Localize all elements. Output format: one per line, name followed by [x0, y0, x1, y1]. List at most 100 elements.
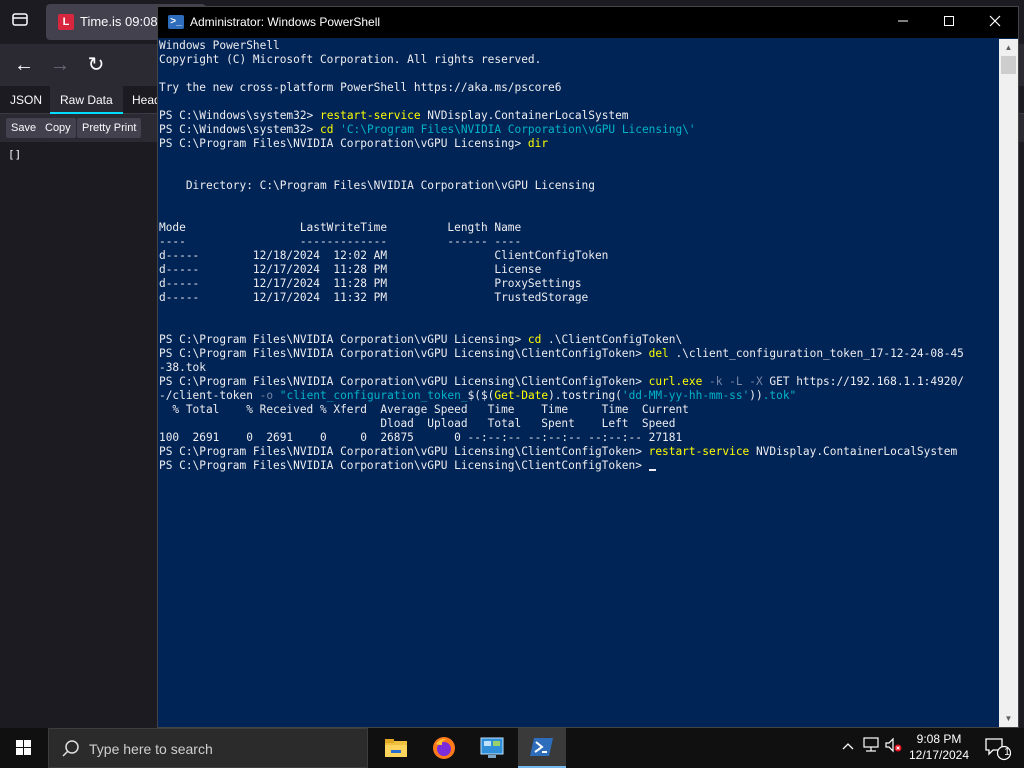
console-cmd-token: Get-Date: [494, 389, 549, 402]
console-text: $($(: [467, 389, 495, 402]
taskbar-search-box[interactable]: Type here to search: [48, 728, 368, 768]
console-text: PS C:\Program Files\NVIDIA Corporation\v…: [159, 459, 649, 472]
console-output[interactable]: Windows PowerShell Copyright (C) Microsof…: [159, 39, 999, 727]
console-scrollbar[interactable]: ▲ ▼: [999, 39, 1018, 727]
console-text: Mode LastWriteTime Length Name: [159, 221, 522, 234]
console-text: d----- 12/17/2024 11:32 PM TrustedStorag…: [159, 291, 589, 304]
console-text: d----- 12/17/2024 11:28 PM License: [159, 263, 542, 276]
console-text: PS C:\Program Files\NVIDIA Corporation\v…: [159, 137, 528, 150]
console-line: PS C:\Program Files\NVIDIA Corporation\v…: [159, 137, 999, 151]
tab-raw-data[interactable]: Raw Data: [50, 86, 123, 114]
console-line: Dload Upload Total Spent Left Speed: [159, 417, 999, 431]
taskbar-powershell[interactable]: [518, 728, 566, 768]
console-text: PS C:\Program Files\NVIDIA Corporation\v…: [159, 333, 528, 346]
console-line: PS C:\Program Files\NVIDIA Corporation\v…: [159, 347, 999, 361]
scroll-down-icon[interactable]: ▼: [999, 710, 1018, 727]
console-cmd-token: restart-service: [648, 445, 750, 458]
console-line: d----- 12/18/2024 12:02 AM ClientConfigT…: [159, 249, 999, 263]
console-line: PS C:\Program Files\NVIDIA Corporation\v…: [159, 459, 999, 473]
powershell-icon: >_: [168, 15, 184, 29]
console-line: PS C:\Windows\system32> cd 'C:\Program F…: [159, 123, 999, 137]
console-line: -/client-token -o "client_configuration_…: [159, 389, 999, 403]
taskbar-clock[interactable]: 9:08 PM 12/17/2024: [898, 731, 980, 763]
copy-button[interactable]: Copy: [40, 118, 76, 138]
console-cmd-token: cd: [319, 123, 334, 136]
console-cmd-token: del: [648, 347, 669, 360]
console-text: Directory: C:\Program Files\NVIDIA Corpo…: [159, 179, 595, 192]
powershell-title-bar[interactable]: >_ Administrator: Windows PowerShell: [158, 7, 1018, 38]
console-text: -38.tok: [159, 361, 206, 374]
back-button[interactable]: ←: [10, 52, 38, 80]
console-cmd-token: cd: [527, 333, 542, 346]
console-line: Try the new cross-platform PowerShell ht…: [159, 81, 999, 95]
minimize-button[interactable]: [880, 7, 926, 38]
windows-logo-icon: [16, 740, 32, 756]
action-center-button[interactable]: 1: [980, 728, 1018, 768]
console-text: Dload Upload Total Spent Left Speed: [159, 417, 676, 430]
firefox-icon: [433, 737, 455, 759]
close-button[interactable]: [972, 7, 1018, 38]
console-text: PS C:\Windows\system32>: [159, 109, 320, 122]
console-text: Windows PowerShell: [159, 39, 280, 52]
console-text: PS C:\Program Files\NVIDIA Corporation\v…: [159, 375, 649, 388]
tray-chevron-up-icon[interactable]: [838, 728, 858, 768]
console-line: PS C:\Program Files\NVIDIA Corporation\v…: [159, 445, 999, 459]
search-icon: [61, 739, 81, 759]
console-line: PS C:\Windows\system32> restart-service …: [159, 109, 999, 123]
file-explorer-icon: [385, 739, 407, 757]
console-text: Try the new cross-platform PowerShell ht…: [159, 81, 562, 94]
console-text: 100 2691 0 2691 0 0 26875 0 --:--:-- --:…: [159, 431, 683, 444]
console-text: .\ClientConfigToken\: [541, 333, 683, 346]
console-str-token: 'dd-MM-yy-hh-mm-ss': [621, 389, 750, 402]
console-str-token: "client_configuration_token_: [279, 389, 468, 402]
console-text: NVDisplay.ContainerLocalSystem: [420, 109, 629, 122]
powershell-taskbar-icon: [530, 738, 553, 756]
save-button[interactable]: Save: [6, 118, 42, 138]
console-text: .\client_configuration_token_17-12-24-08…: [668, 347, 964, 360]
console-text: ---- ------------- ------ ----: [159, 235, 522, 248]
taskbar: Type here to search 9:08 PM 12/17/2024 1: [0, 728, 1024, 768]
console-cmd-token: restart-service: [319, 109, 421, 122]
search-placeholder: Type here to search: [89, 741, 213, 757]
reload-button[interactable]: ↻: [82, 52, 110, 80]
console-text: PS C:\Program Files\NVIDIA Corporation\v…: [159, 445, 649, 458]
console-line: PS C:\Program Files\NVIDIA Corporation\v…: [159, 333, 999, 347]
console-str-token: .tok": [762, 389, 797, 402]
console-cmd-token: dir: [527, 137, 549, 150]
scroll-up-icon[interactable]: ▲: [999, 39, 1018, 56]
network-icon[interactable]: [860, 728, 882, 768]
console-text: d----- 12/17/2024 11:28 PM ProxySettings: [159, 277, 582, 290]
console-text: Copyright (C) Microsoft Corporation. All…: [159, 53, 542, 66]
console-text: PS C:\Program Files\NVIDIA Corporation\v…: [159, 347, 649, 360]
console-text: ).tostring(: [548, 389, 622, 402]
console-line: Windows PowerShell: [159, 39, 999, 53]
pretty-print-button[interactable]: Pretty Print: [77, 118, 142, 138]
raw-data-content: []: [8, 148, 22, 161]
console-line: Mode LastWriteTime Length Name: [159, 221, 999, 235]
clock-date: 12/17/2024: [908, 748, 970, 762]
taskbar-control-panel[interactable]: [468, 728, 516, 768]
tab-json[interactable]: JSON: [0, 86, 52, 114]
console-line: PS C:\Program Files\NVIDIA Corporation\v…: [159, 375, 999, 389]
taskbar-file-explorer[interactable]: [372, 728, 420, 768]
clock-time: 9:08 PM: [916, 732, 962, 746]
forward-button[interactable]: →: [46, 52, 74, 80]
console-line: d----- 12/17/2024 11:28 PM License: [159, 263, 999, 277]
time-is-favicon-icon: L: [58, 14, 74, 30]
console-line: d----- 12/17/2024 11:32 PM TrustedStorag…: [159, 291, 999, 305]
taskbar-firefox[interactable]: [420, 728, 468, 768]
start-button[interactable]: [0, 728, 48, 768]
scroll-thumb[interactable]: [1001, 56, 1016, 74]
control-panel-icon: [480, 737, 504, 758]
tab-list-icon[interactable]: [8, 10, 32, 34]
maximize-button[interactable]: [926, 7, 972, 38]
console-text: % Total % Received % Xferd Average Speed…: [159, 403, 689, 416]
powershell-window[interactable]: >_ Administrator: Windows PowerShell Win…: [157, 6, 1019, 728]
